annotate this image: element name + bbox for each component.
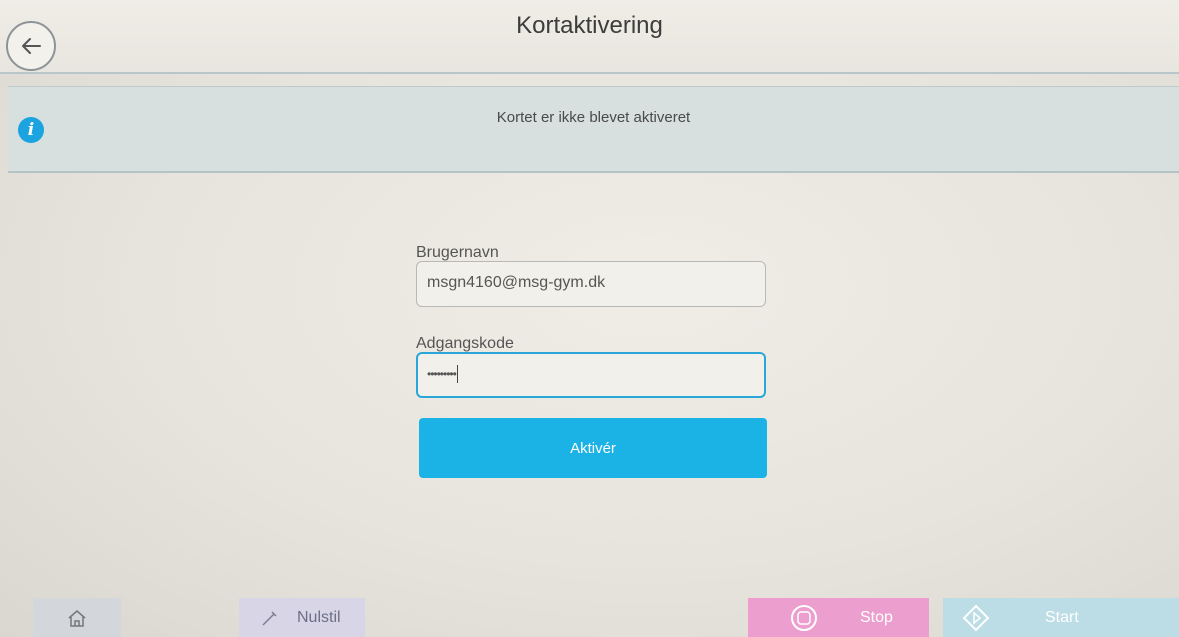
password-label: Adgangskode (416, 335, 514, 352)
stop-icon (791, 604, 817, 631)
page-title: Kortaktivering (516, 12, 663, 39)
activate-button-label: Aktivér (570, 439, 616, 457)
header-bar: Kortaktivering (0, 0, 1179, 74)
start-label: Start (1045, 608, 1079, 626)
text-cursor (456, 365, 458, 383)
username-value: msgn4160@msg-gym.dk (427, 274, 606, 291)
activate-button[interactable]: Aktivér (419, 418, 767, 478)
pencil-icon (262, 610, 277, 626)
start-button[interactable]: Start (943, 598, 1179, 637)
password-value: ••••••••• (427, 367, 457, 382)
username-label: Brugernavn (416, 244, 499, 261)
stop-button[interactable]: Stop (748, 598, 929, 637)
stop-label: Stop (860, 608, 893, 626)
username-input[interactable]: msgn4160@msg-gym.dk (416, 261, 766, 307)
home-icon (68, 609, 86, 627)
reset-label: Nulstil (297, 608, 341, 626)
info-banner: i Kortet er ikke blevet aktiveret (8, 86, 1179, 173)
home-button[interactable] (33, 598, 121, 637)
reset-button[interactable]: Nulstil (239, 598, 365, 637)
start-icon (962, 604, 990, 631)
info-message: Kortet er ikke blevet aktiveret (496, 109, 691, 126)
password-input[interactable]: ••••••••• (416, 352, 766, 398)
